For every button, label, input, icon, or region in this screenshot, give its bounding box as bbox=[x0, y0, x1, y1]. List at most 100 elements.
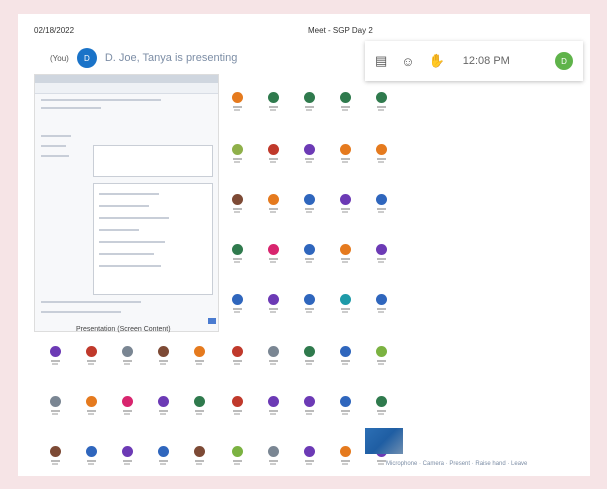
shared-text-line bbox=[99, 229, 139, 231]
participant-tile[interactable] bbox=[374, 294, 388, 318]
participant-tile[interactable] bbox=[302, 294, 316, 318]
participant-tile[interactable] bbox=[230, 396, 244, 420]
participant-avatar bbox=[85, 446, 97, 457]
participant-tile[interactable] bbox=[48, 396, 62, 420]
participant-tile[interactable] bbox=[84, 346, 98, 370]
participant-name-line bbox=[268, 106, 278, 108]
participant-name-line bbox=[306, 109, 312, 111]
participant-tile[interactable] bbox=[120, 346, 134, 370]
participant-tile[interactable] bbox=[230, 244, 244, 268]
participant-tile[interactable] bbox=[338, 144, 352, 168]
participant-tile[interactable] bbox=[230, 144, 244, 168]
participant-tile[interactable] bbox=[374, 194, 388, 218]
participant-tile[interactable] bbox=[266, 294, 280, 318]
participant-tile[interactable] bbox=[266, 446, 280, 470]
self-video-thumbnail[interactable] bbox=[365, 428, 403, 454]
hand-icon[interactable]: ✋ bbox=[429, 53, 445, 69]
participant-name-line bbox=[340, 460, 350, 462]
participant-tile[interactable] bbox=[338, 396, 352, 420]
participant-name-line bbox=[304, 360, 314, 362]
participant-name-line bbox=[270, 211, 276, 213]
participant-tile[interactable] bbox=[230, 346, 244, 370]
participant-tile[interactable] bbox=[266, 346, 280, 370]
participant-name-line bbox=[232, 308, 242, 310]
participant-tile[interactable] bbox=[192, 446, 206, 470]
clipboard-icon[interactable]: ▤ bbox=[375, 53, 387, 69]
participant-avatar bbox=[303, 294, 315, 305]
participant-tile[interactable] bbox=[338, 346, 352, 370]
participant-avatar bbox=[303, 396, 315, 407]
participant-name-line bbox=[122, 460, 132, 462]
participant-tile[interactable] bbox=[338, 294, 352, 318]
participant-tile[interactable] bbox=[230, 92, 244, 116]
participant-name-line bbox=[342, 211, 348, 213]
participant-tile[interactable] bbox=[374, 346, 388, 370]
participant-name-line bbox=[86, 360, 96, 362]
screen-share[interactable] bbox=[34, 74, 219, 332]
participant-name-line bbox=[378, 161, 384, 163]
participant-name-line bbox=[196, 363, 202, 365]
participant-tile[interactable] bbox=[302, 244, 316, 268]
participant-name-line bbox=[234, 261, 240, 263]
presenter-avatar[interactable]: D bbox=[76, 48, 97, 68]
participant-name-line bbox=[304, 308, 314, 310]
participant-name-line bbox=[378, 211, 384, 213]
participant-name-line bbox=[270, 463, 276, 465]
participant-avatar bbox=[267, 446, 279, 457]
participant-name-line bbox=[194, 460, 204, 462]
participant-tile[interactable] bbox=[192, 396, 206, 420]
participant-tile[interactable] bbox=[302, 92, 316, 116]
participant-tile[interactable] bbox=[266, 144, 280, 168]
participant-name-line bbox=[378, 109, 384, 111]
participant-tile[interactable] bbox=[120, 446, 134, 470]
participant-tile[interactable] bbox=[230, 194, 244, 218]
participant-tile[interactable] bbox=[84, 446, 98, 470]
participant-avatar bbox=[303, 346, 315, 357]
participant-tile[interactable] bbox=[374, 244, 388, 268]
participant-tile[interactable] bbox=[84, 396, 98, 420]
participant-tile[interactable] bbox=[266, 396, 280, 420]
participant-tile[interactable] bbox=[48, 346, 62, 370]
participant-tile[interactable] bbox=[374, 396, 388, 420]
participant-tile[interactable] bbox=[338, 92, 352, 116]
participant-avatar bbox=[267, 346, 279, 357]
participant-tile[interactable] bbox=[302, 396, 316, 420]
participant-tile[interactable] bbox=[156, 446, 170, 470]
participant-name-line bbox=[158, 460, 168, 462]
people-icon[interactable]: ☺ bbox=[401, 54, 414, 69]
participant-tile[interactable] bbox=[338, 446, 352, 470]
participant-tile[interactable] bbox=[48, 446, 62, 470]
participant-tile[interactable] bbox=[374, 144, 388, 168]
participant-avatar bbox=[303, 92, 315, 103]
participant-name-line bbox=[234, 311, 240, 313]
participant-name-line bbox=[376, 158, 386, 160]
participant-tile[interactable] bbox=[302, 346, 316, 370]
participant-name-line bbox=[342, 261, 348, 263]
participant-name-line bbox=[194, 410, 204, 412]
participant-name-line bbox=[342, 363, 348, 365]
participant-tile[interactable] bbox=[266, 194, 280, 218]
participant-tile[interactable] bbox=[156, 396, 170, 420]
participant-tile[interactable] bbox=[338, 194, 352, 218]
participant-tile[interactable] bbox=[302, 446, 316, 470]
participant-tile[interactable] bbox=[266, 244, 280, 268]
clock: 12:08 PM bbox=[462, 55, 510, 67]
participant-name-line bbox=[376, 106, 386, 108]
participant-tile[interactable] bbox=[120, 396, 134, 420]
participant-tile[interactable] bbox=[302, 144, 316, 168]
participant-tile[interactable] bbox=[192, 346, 206, 370]
participant-tile[interactable] bbox=[230, 446, 244, 470]
participant-avatar bbox=[193, 446, 205, 457]
participant-name-line bbox=[268, 410, 278, 412]
participant-name-line bbox=[160, 363, 166, 365]
participant-tile[interactable] bbox=[338, 244, 352, 268]
participant-name-line bbox=[304, 208, 314, 210]
participant-tile[interactable] bbox=[156, 346, 170, 370]
participant-name-line bbox=[340, 158, 350, 160]
self-avatar[interactable]: D bbox=[555, 52, 573, 70]
participant-tile[interactable] bbox=[374, 92, 388, 116]
participant-tile[interactable] bbox=[266, 92, 280, 116]
participant-name-line bbox=[232, 158, 242, 160]
participant-tile[interactable] bbox=[230, 294, 244, 318]
participant-tile[interactable] bbox=[302, 194, 316, 218]
